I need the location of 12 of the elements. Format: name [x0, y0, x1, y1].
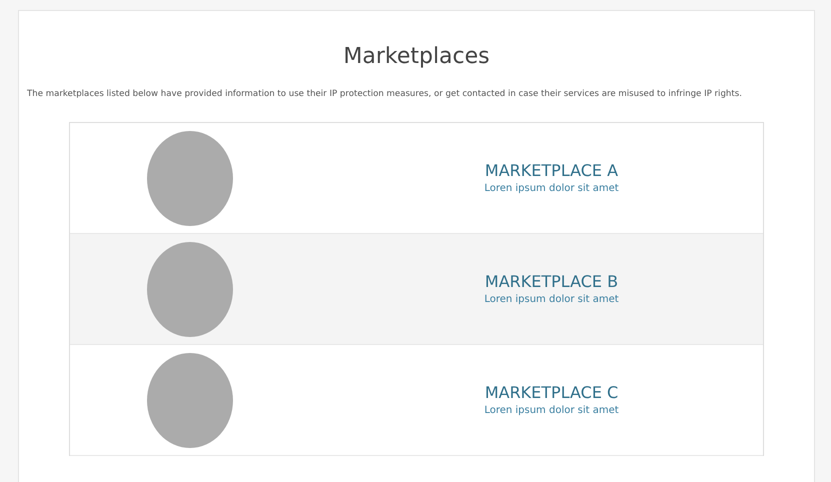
logo-placeholder-icon	[147, 352, 233, 448]
marketplace-subtitle: Loren ipsum dolor sit amet	[484, 293, 619, 307]
logo-placeholder-icon	[147, 242, 233, 336]
marketplace-subtitle: Loren ipsum dolor sit amet	[484, 404, 619, 418]
description-text: The marketplaces listed below have provided information to use their IP protection measures, or get contacted in case their services are misused to infringe IP rights.	[27, 88, 743, 100]
marketplace-row[interactable]: MARKETPLACE B Loren ipsum dolor sit amet	[70, 234, 763, 345]
marketplace-name[interactable]: MARKETPLACE B	[484, 271, 618, 293]
page-title: Marketplaces	[342, 43, 491, 71]
marketplace-subtitle: Loren ipsum dolor sit amet	[484, 182, 619, 196]
logo-placeholder-icon	[147, 130, 233, 226]
marketplace-name[interactable]: MARKETPLACE C	[484, 382, 618, 404]
marketplace-name[interactable]: MARKETPLACE A	[484, 160, 618, 182]
